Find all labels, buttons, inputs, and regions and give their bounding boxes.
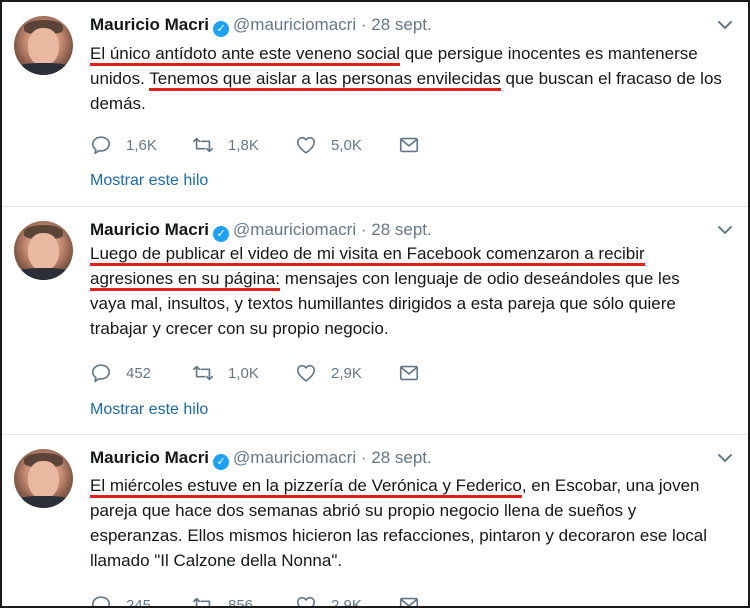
heart-icon <box>296 136 316 154</box>
tweet-text-line: agresiones en su página: mensajes con le… <box>90 266 730 291</box>
chevron-down-icon[interactable] <box>716 16 734 34</box>
tweet-header: Mauricio Macri ✓ @mauriciomacri · 28 sept. <box>90 219 432 242</box>
tweet-text-line: vaya mal, insultos, y textos humillantes… <box>90 291 730 316</box>
tweet-timeline: Mauricio Macri ✓ @mauriciomacri · 28 sept.… <box>0 0 750 608</box>
underlined-phrase: Luego de publicar el video de mi visita … <box>90 244 645 266</box>
verified-badge-icon: ✓ <box>213 21 230 37</box>
tweet[interactable]: Mauricio Macri ✓ @mauriciomacri · 28 sept.… <box>2 207 748 435</box>
retweet-icon <box>193 365 213 381</box>
verified-badge-icon: ✓ <box>213 454 230 470</box>
separator-dot: · <box>360 220 367 239</box>
like-button[interactable]: 2,9K <box>295 361 362 385</box>
author-handle[interactable]: @mauriciomacri <box>233 448 356 467</box>
tweet-text: El único antídoto ante este veneno socia… <box>90 41 730 116</box>
text-segment: que buscan el fracaso de los <box>500 69 722 88</box>
tweet[interactable]: Mauricio Macri ✓ @mauriciomacri · 28 sept.… <box>2 435 748 608</box>
tweet-date[interactable]: 28 sept. <box>371 15 432 34</box>
tweet[interactable]: Mauricio Macri ✓ @mauriciomacri · 28 sept.… <box>2 2 748 207</box>
tweet-text: El miércoles estuve en la pizzería de Ve… <box>90 473 730 573</box>
underlined-phrase: El único antídoto ante este veneno socia… <box>90 44 400 66</box>
text-segment: que persigue inocentes es mantenerse <box>400 44 698 63</box>
retweet-button[interactable]: 856 <box>192 593 254 608</box>
reply-count: 452 <box>126 364 152 382</box>
like-count: 5,0K <box>331 136 362 154</box>
avatar[interactable] <box>14 16 73 75</box>
author-handle[interactable]: @mauriciomacri <box>233 220 356 239</box>
retweet-icon <box>193 597 211 606</box>
reply-count: 1,6K <box>126 136 157 154</box>
avatar[interactable] <box>14 221 73 280</box>
tweet-text-line: El miércoles estuve en la pizzería de Ve… <box>90 473 730 498</box>
tweet-text-line: pareja que hace dos semanas abrió su pro… <box>90 498 730 523</box>
text-segment: esperanzas. Ellos mismos hicieron las re… <box>90 526 708 545</box>
separator-dot: · <box>360 15 367 34</box>
reply-icon <box>91 136 111 155</box>
tweet-text-line: Luego de publicar el video de mi visita … <box>90 241 730 266</box>
like-button[interactable]: 5,0K <box>295 133 362 157</box>
text-segment: vaya mal, insultos, y textos humillantes… <box>90 294 676 313</box>
author-name[interactable]: Mauricio Macri <box>90 220 209 239</box>
retweet-count: 1,0K <box>228 364 259 382</box>
heart-icon <box>296 364 316 382</box>
show-thread-link[interactable]: Mostrar este hilo <box>90 401 208 419</box>
author-name[interactable]: Mauricio Macri <box>90 15 209 34</box>
reply-count: 245 <box>126 596 152 608</box>
reply-button[interactable]: 1,6K <box>90 133 157 157</box>
text-segment: trabajar y crecer con su propio negocio. <box>90 319 389 338</box>
tweet-text-line: llamado "Il Calzone della Nonna". <box>90 548 730 573</box>
tweet-header: Mauricio Macri ✓ @mauriciomacri · 28 sept. <box>90 447 432 470</box>
avatar[interactable] <box>14 449 73 508</box>
author-handle[interactable]: @mauriciomacri <box>233 15 356 34</box>
tweet-date[interactable]: 28 sept. <box>371 220 432 239</box>
show-thread-link[interactable]: Mostrar este hilo <box>90 172 208 190</box>
envelope-icon <box>399 597 419 606</box>
retweet-icon <box>193 137 213 153</box>
retweet-button[interactable]: 1,8K <box>192 133 259 157</box>
text-segment: llamado "Il Calzone della Nonna". <box>90 551 343 570</box>
verified-badge-icon: ✓ <box>213 226 230 242</box>
author-name[interactable]: Mauricio Macri <box>90 448 209 467</box>
tweet-text-line: esperanzas. Ellos mismos hicieron las re… <box>90 523 730 548</box>
envelope-icon <box>399 137 419 153</box>
tweet-header: Mauricio Macri ✓ @mauriciomacri · 28 sept. <box>90 14 432 37</box>
tweet-text-line: demás. <box>90 91 730 116</box>
direct-message-button[interactable] <box>398 593 434 606</box>
like-count: 2,9K <box>331 596 362 608</box>
like-button[interactable]: 2,9K <box>295 593 362 608</box>
separator-dot: · <box>360 448 367 467</box>
direct-message-button[interactable] <box>398 361 434 385</box>
chevron-down-icon[interactable] <box>716 449 734 467</box>
underlined-phrase: agresiones en su página: <box>90 269 280 291</box>
reply-button[interactable]: 245 <box>90 593 152 608</box>
text-segment: pareja que hace dos semanas abrió su pro… <box>90 501 637 520</box>
tweet-date[interactable]: 28 sept. <box>371 448 432 467</box>
reply-icon <box>91 596 111 606</box>
reply-button[interactable]: 452 <box>90 361 151 385</box>
direct-message-button[interactable] <box>398 133 434 157</box>
reply-icon <box>91 364 111 383</box>
chevron-down-icon[interactable] <box>716 221 734 239</box>
tweet-text-line: unidos. Tenemos que aislar a las persona… <box>90 66 730 91</box>
envelope-icon <box>399 365 419 381</box>
retweet-count: 1,8K <box>228 136 259 154</box>
underlined-phrase: El miércoles estuve en la pizzería de Ve… <box>90 476 522 498</box>
text-segment: , en Escobar, una joven <box>521 476 700 495</box>
tweet-text-line: trabajar y crecer con su propio negocio. <box>90 316 730 341</box>
text-segment: unidos. <box>90 69 150 88</box>
heart-icon <box>296 596 316 606</box>
tweet-text-line: El único antídoto ante este veneno socia… <box>90 41 730 66</box>
retweet-button[interactable]: 1,0K <box>192 361 259 385</box>
text-segment: demás. <box>90 94 146 113</box>
underlined-phrase: Tenemos que aislar a las personas envile… <box>149 69 501 91</box>
tweet-text: Luego de publicar el video de mi visita … <box>90 241 730 341</box>
like-count: 2,9K <box>331 364 362 382</box>
retweet-count: 856 <box>228 596 254 608</box>
text-segment: mensajes con lenguaje de odio deseándole… <box>279 269 680 288</box>
